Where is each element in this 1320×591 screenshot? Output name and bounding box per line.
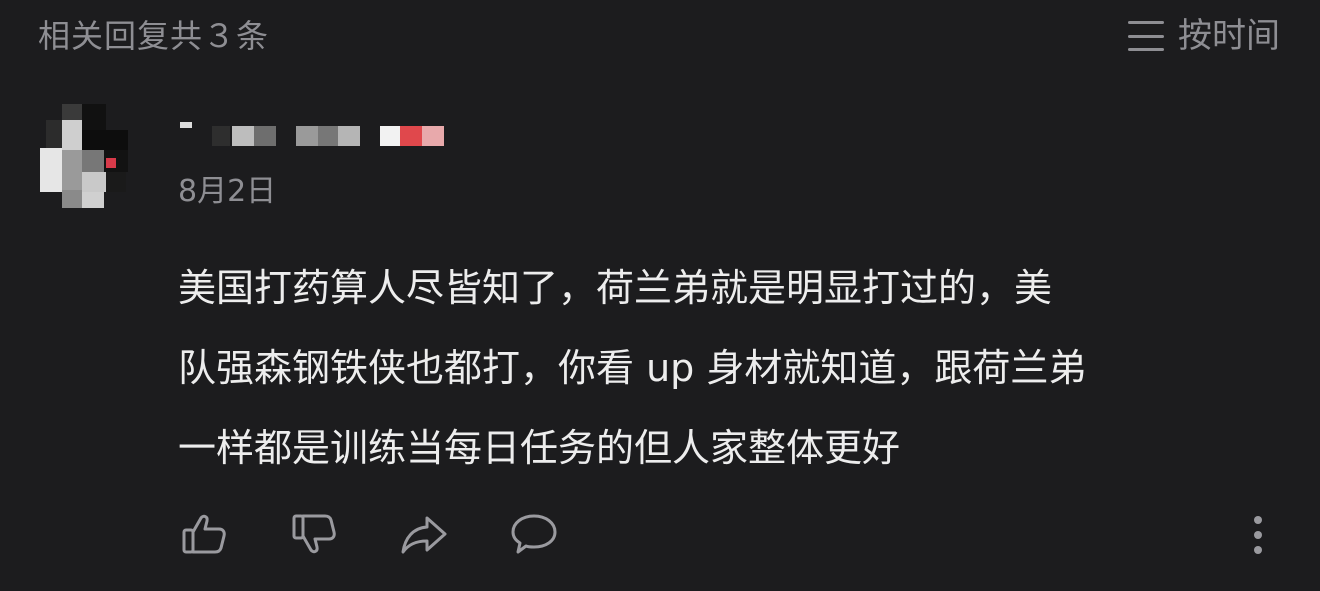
more-options-button[interactable] xyxy=(1238,510,1278,560)
replies-header: 相关回复共３条 按时间 xyxy=(0,0,1320,74)
sort-by-time-button[interactable]: 按时间 xyxy=(1128,14,1280,58)
thumbs-up-icon xyxy=(182,514,226,554)
like-button[interactable] xyxy=(178,508,230,560)
list-sort-icon xyxy=(1128,21,1164,51)
avatar[interactable] xyxy=(40,104,130,208)
dislike-button[interactable] xyxy=(288,508,340,560)
thumbs-down-icon xyxy=(292,514,336,554)
more-vertical-icon xyxy=(1254,516,1262,554)
share-button[interactable] xyxy=(398,508,450,560)
comment-date: 8月2日 xyxy=(178,174,277,209)
comment-text-line: 美国打药算人尽皆知了，荷兰弟就是明显打过的，美 xyxy=(178,266,1053,310)
sort-label: 按时间 xyxy=(1178,16,1280,56)
comment-item: 8月2日 美国打药算人尽皆知了，荷兰弟就是明显打过的，美 队强森钢铁侠也都打，你… xyxy=(0,90,1320,591)
replies-count-title: 相关回复共３条 xyxy=(38,17,270,55)
comment-bubble-icon xyxy=(511,514,557,554)
share-icon xyxy=(401,516,447,554)
comment-text: 美国打药算人尽皆知了，荷兰弟就是明显打过的，美 队强森钢铁侠也都打，你看 up … xyxy=(178,248,1268,488)
comment-actions xyxy=(178,508,618,560)
username-censored[interactable] xyxy=(178,120,458,148)
reply-button[interactable] xyxy=(508,508,560,560)
comment-text-line: 一样都是训练当每日任务的但人家整体更好 xyxy=(178,426,901,470)
comment-text-line: 队强森钢铁侠也都打，你看 up 身材就知道，跟荷兰弟 xyxy=(178,346,1087,390)
